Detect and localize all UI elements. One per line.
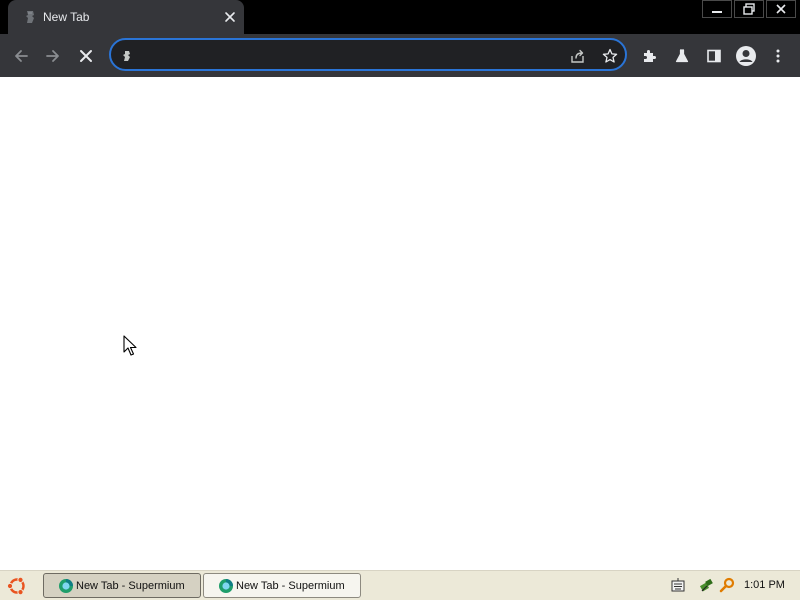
restore-icon bbox=[743, 3, 755, 15]
taskbar-item-label: New Tab - Supermium bbox=[76, 580, 185, 592]
window-controls bbox=[700, 0, 796, 18]
network-icon[interactable] bbox=[700, 577, 716, 593]
tab-title: New Tab bbox=[43, 10, 90, 24]
taskbar-item-label: New Tab - Supermium bbox=[236, 580, 345, 592]
share-button[interactable] bbox=[569, 47, 587, 65]
page-content bbox=[0, 77, 800, 570]
side-panel-icon bbox=[707, 49, 721, 63]
share-icon bbox=[571, 49, 584, 63]
puzzle-icon bbox=[644, 50, 656, 62]
search-key-icon[interactable] bbox=[719, 577, 735, 593]
forward-button[interactable] bbox=[42, 45, 64, 67]
minimize-icon bbox=[712, 11, 722, 13]
browser-titlebar: New Tab bbox=[0, 0, 800, 34]
tab-new-tab[interactable]: New Tab bbox=[8, 0, 244, 34]
avatar-icon bbox=[736, 46, 756, 66]
ubuntu-logo-icon[interactable] bbox=[6, 575, 28, 597]
close-icon bbox=[776, 4, 786, 14]
bookmark-button[interactable] bbox=[601, 47, 619, 65]
screen: New Tab New Tab - Supermium New Tab - Su… bbox=[0, 0, 800, 600]
minimize-button[interactable] bbox=[702, 0, 732, 18]
close-icon[interactable] bbox=[222, 9, 238, 25]
back-button[interactable] bbox=[10, 45, 32, 67]
labs-button[interactable] bbox=[671, 45, 693, 67]
mouse-cursor-icon bbox=[123, 335, 137, 356]
kebab-menu-icon bbox=[776, 49, 780, 63]
star-icon bbox=[602, 48, 618, 63]
keyboard-icon[interactable] bbox=[670, 577, 686, 593]
taskbar-item-supermium-1[interactable]: New Tab - Supermium bbox=[43, 573, 201, 598]
side-panel-button[interactable] bbox=[703, 45, 725, 67]
supermium-icon bbox=[219, 579, 233, 593]
back-arrow-icon bbox=[15, 50, 28, 62]
stop-loading-icon bbox=[80, 50, 92, 62]
extensions-button[interactable] bbox=[639, 45, 661, 67]
search-engine-icon bbox=[118, 47, 136, 65]
menu-button[interactable] bbox=[767, 45, 789, 67]
address-bar[interactable] bbox=[109, 38, 627, 71]
address-input[interactable] bbox=[145, 46, 569, 66]
supermium-icon bbox=[59, 579, 73, 593]
taskbar: New Tab - Supermium New Tab - Supermium … bbox=[0, 570, 800, 600]
system-clock[interactable]: 1:01 PM bbox=[744, 579, 785, 591]
window-close-button[interactable] bbox=[766, 0, 796, 18]
stop-button[interactable] bbox=[75, 45, 97, 67]
page-loading-icon bbox=[26, 11, 34, 23]
browser-toolbar bbox=[0, 34, 800, 77]
profile-button[interactable] bbox=[735, 45, 757, 67]
taskbar-item-supermium-2[interactable]: New Tab - Supermium bbox=[203, 573, 361, 598]
forward-arrow-icon bbox=[46, 50, 59, 62]
flask-icon bbox=[675, 49, 689, 63]
restore-button[interactable] bbox=[734, 0, 764, 18]
